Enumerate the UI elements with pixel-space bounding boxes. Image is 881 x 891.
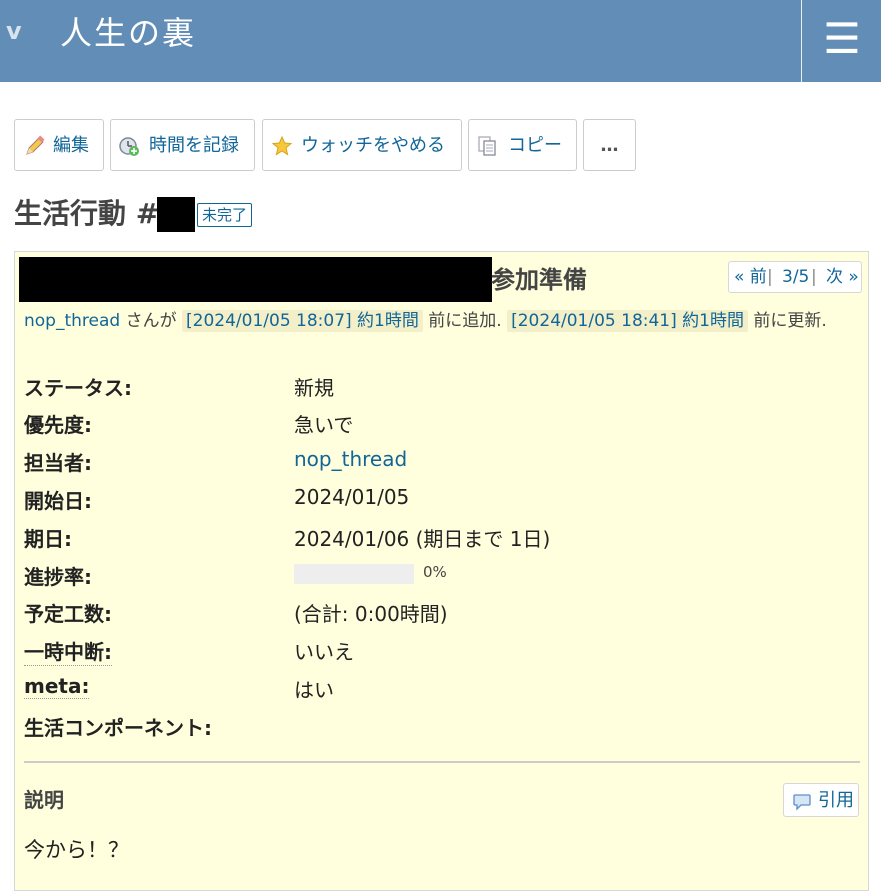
- issue-details-panel: 参加準備 « 前 | 3/5 | 次 » nop_thread さんが [202…: [14, 251, 869, 891]
- due-date-label: 期日:: [24, 527, 72, 551]
- assignee-label: 担当者:: [24, 451, 92, 475]
- log-time-label: 時間を記録: [149, 135, 239, 156]
- hamburger-menu-icon[interactable]: ☰: [801, 0, 881, 82]
- clock-add-icon: [119, 137, 139, 156]
- unwatch-button[interactable]: ウォッチをやめる: [262, 119, 462, 171]
- status-badge: 未完了: [197, 203, 253, 227]
- suspended-value: いいえ: [294, 640, 354, 664]
- description-text: 今から！？: [24, 838, 129, 862]
- top-bar: v 人生の裏 ☰: [0, 0, 881, 82]
- edit-label: 編集: [53, 135, 89, 156]
- issue-subject: 参加準備: [491, 266, 587, 294]
- edit-button[interactable]: 編集: [14, 119, 104, 171]
- unwatch-label: ウォッチをやめる: [301, 135, 445, 156]
- pencil-icon: [26, 135, 45, 155]
- meta-label: meta:: [24, 674, 90, 699]
- start-date-value: 2024/01/05: [294, 485, 410, 509]
- estimated-time-value: (合計: 0:00時間): [294, 602, 448, 626]
- redacted-issue-number: [157, 197, 195, 232]
- more-actions-button[interactable]: …: [583, 119, 636, 171]
- added-timestamp-link[interactable]: [2024/01/05 18:07] 約1時間: [182, 310, 423, 332]
- copy-label: コピー: [508, 135, 562, 156]
- project-toggle-icon[interactable]: v: [6, 18, 30, 44]
- status-value: 新規: [294, 376, 334, 400]
- copy-icon: [478, 136, 496, 156]
- quote-button[interactable]: 引用: [783, 783, 859, 817]
- updated-text: 前に更新.: [753, 311, 827, 331]
- author-suffix: さんが: [125, 311, 177, 331]
- author-line: nop_thread さんが [2024/01/05 18:07] 約1時間 前…: [24, 306, 827, 332]
- assignee-link[interactable]: nop_thread: [294, 447, 407, 471]
- divider: [24, 761, 860, 763]
- copy-button[interactable]: コピー: [468, 119, 577, 171]
- progress-label: 進捗率:: [24, 565, 92, 589]
- author-link[interactable]: nop_thread: [24, 311, 120, 331]
- progress-bar: [294, 564, 414, 584]
- start-date-label: 開始日:: [24, 489, 92, 513]
- site-title[interactable]: 人生の裏: [60, 8, 196, 54]
- star-icon: [271, 135, 293, 156]
- pager-separator: |: [767, 267, 773, 287]
- description-heading: 説明: [24, 788, 64, 812]
- quote-label: 引用: [818, 790, 854, 811]
- log-time-button[interactable]: 時間を記録: [110, 119, 255, 171]
- next-link[interactable]: 次 »: [826, 262, 859, 292]
- pager-separator: |: [811, 267, 817, 287]
- issue-pager: « 前 | 3/5 | 次 »: [728, 261, 862, 293]
- meta-value: はい: [294, 678, 334, 702]
- issue-title: 生活行動 #: [14, 197, 160, 230]
- life-component-label: 生活コンポーネント:: [24, 716, 212, 740]
- estimated-time-label: 予定工数:: [24, 602, 112, 626]
- due-date-value: 2024/01/06 (期日まで 1日): [294, 527, 551, 551]
- updated-timestamp-link[interactable]: [2024/01/05 18:41] 約1時間: [507, 310, 748, 332]
- pager-position[interactable]: 3/5: [782, 262, 809, 292]
- suspended-label: 一時中断:: [24, 636, 112, 666]
- priority-label: 優先度:: [24, 413, 92, 437]
- progress-percent: 0%: [423, 563, 447, 581]
- status-label: ステータス:: [24, 376, 132, 400]
- prev-link[interactable]: « 前: [734, 262, 767, 292]
- priority-value: 急いで: [294, 413, 354, 437]
- redacted-subject: [19, 257, 492, 302]
- speech-bubble-icon: [793, 794, 811, 811]
- added-text: 前に追加.: [428, 311, 502, 331]
